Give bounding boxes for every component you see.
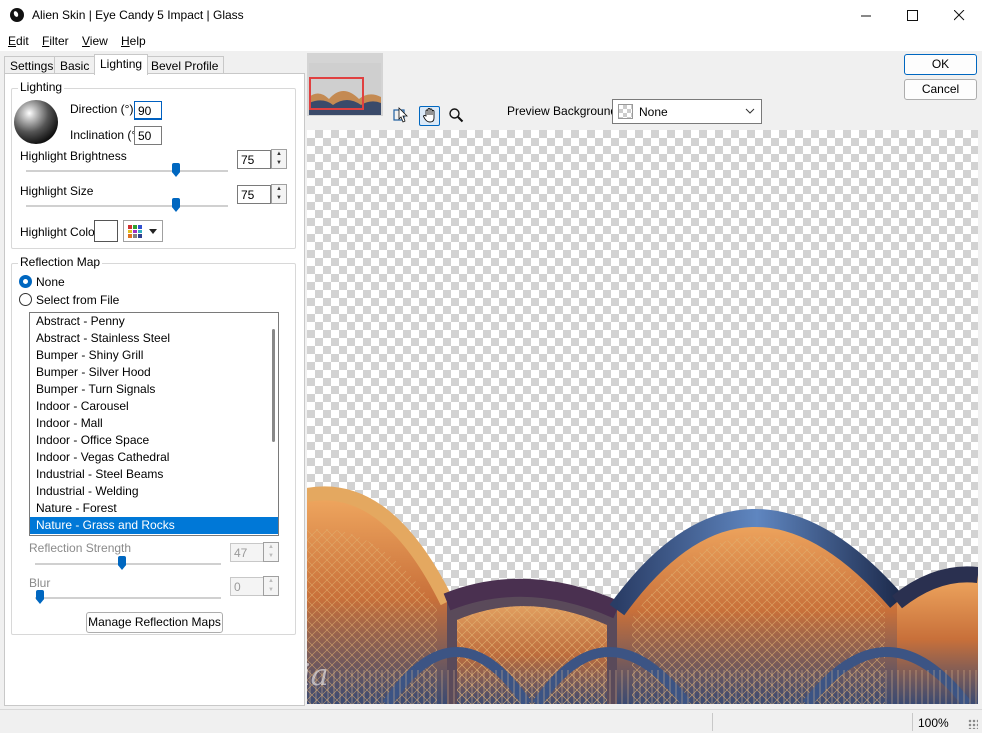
- thumbnail-image: [309, 63, 381, 115]
- reflection-strength-input[interactable]: 47: [230, 543, 264, 562]
- preview-background-label: Preview Background:: [507, 104, 621, 118]
- cancel-button[interactable]: Cancel: [904, 79, 977, 100]
- reflection-map-item[interactable]: Industrial - Welding: [30, 483, 278, 500]
- reflection-map-item[interactable]: Abstract - Stainless Steel: [30, 330, 278, 347]
- zoom-level: 100%: [918, 716, 949, 730]
- reflection-map-item[interactable]: Nature - Grass and Rocks: [30, 517, 278, 534]
- visible-area-frame[interactable]: [309, 77, 364, 110]
- reflection-map-item[interactable]: Indoor - Office Space: [30, 432, 278, 449]
- reflection-map-group-title: Reflection Map: [18, 255, 103, 269]
- close-window-button[interactable]: [936, 0, 982, 31]
- hand-tool-button[interactable]: [419, 106, 440, 126]
- reflection-map-list[interactable]: Abstract - Penny Abstract - Stainless Ste…: [29, 312, 279, 536]
- hand-icon: [422, 108, 434, 123]
- color-palette-icon: [128, 225, 142, 238]
- chevron-down-icon: [149, 229, 157, 234]
- highlight-size-track: [26, 205, 228, 207]
- blur-track: [35, 597, 221, 599]
- reflection-map-item[interactable]: Bumper - Shiny Grill: [30, 347, 278, 364]
- blur-spinner[interactable]: ▲ ▼: [263, 576, 279, 596]
- reflection-file-label: Select from File: [36, 293, 120, 307]
- lighting-group-title: Lighting: [18, 80, 65, 94]
- reflection-map-item[interactable]: Indoor - Vegas Cathedral: [30, 449, 278, 466]
- status-divider: [712, 713, 713, 731]
- zoom-icon: [448, 108, 463, 123]
- highlight-size-label: Highlight Size: [20, 184, 94, 198]
- chevron-down-icon: [745, 108, 755, 114]
- blur-label: Blur: [29, 576, 51, 590]
- direction-input[interactable]: 90: [134, 101, 162, 120]
- close-icon: [953, 10, 964, 21]
- minimize-button[interactable]: [843, 0, 889, 31]
- highlight-brightness-slider[interactable]: [172, 163, 180, 177]
- reflection-map-item[interactable]: Bumper - Silver Hood: [30, 364, 278, 381]
- glass-effect-preview-image: Sylvia: [307, 486, 978, 704]
- highlight-brightness-input[interactable]: 75: [237, 150, 271, 169]
- direction-label: Direction (°): [70, 102, 134, 116]
- reflection-none-label: None: [36, 275, 65, 289]
- zoom-tool-button[interactable]: [445, 106, 466, 126]
- menu-edit[interactable]: Edit: [8, 34, 29, 48]
- manage-reflection-maps-button[interactable]: Manage Reflection Maps: [86, 612, 223, 633]
- tab-lighting[interactable]: Lighting: [94, 54, 149, 75]
- reflection-map-item[interactable]: Bumper - Turn Signals: [30, 381, 278, 398]
- menu-help[interactable]: Help: [121, 34, 146, 48]
- lighting-group: Lighting Direction (°) 90 Inclination (°…: [11, 80, 296, 249]
- reflection-strength-track: [35, 563, 221, 565]
- tab-settings[interactable]: Settings: [4, 56, 60, 74]
- tab-bevel-profile[interactable]: Bevel Profile: [145, 56, 225, 74]
- highlight-color-swatch[interactable]: [94, 220, 118, 242]
- status-divider: [912, 713, 913, 731]
- navigate-tool-button[interactable]: [390, 106, 411, 126]
- list-scrollbar[interactable]: [272, 329, 275, 442]
- svg-text:Sylvia: Sylvia: [307, 658, 329, 693]
- tab-basic[interactable]: Basic: [54, 56, 96, 74]
- reflection-map-item[interactable]: Industrial - Steel Beams: [30, 466, 278, 483]
- reflection-map-item[interactable]: Abstract - Penny: [30, 313, 278, 330]
- menu-filter[interactable]: Filter: [42, 34, 69, 48]
- inclination-label: Inclination (°): [70, 128, 141, 142]
- minimize-icon: [860, 15, 871, 17]
- reflection-none-radio[interactable]: [19, 275, 32, 288]
- highlight-color-label: Highlight Color: [20, 225, 99, 239]
- navigate-icon: [392, 107, 408, 123]
- preview-background-select[interactable]: None: [612, 99, 762, 124]
- highlight-brightness-track: [26, 170, 228, 172]
- transparent-swatch-icon: [618, 104, 633, 119]
- highlight-color-picker[interactable]: [123, 220, 163, 242]
- blur-input[interactable]: 0: [230, 577, 264, 596]
- highlight-size-slider[interactable]: [172, 198, 180, 212]
- reflection-map-item[interactable]: Indoor - Carousel: [30, 398, 278, 415]
- highlight-brightness-spinner[interactable]: ▲ ▼: [271, 149, 287, 169]
- highlight-brightness-label: Highlight Brightness: [20, 149, 127, 163]
- menu-view[interactable]: View: [82, 34, 108, 48]
- light-direction-sphere[interactable]: [14, 100, 58, 144]
- status-bar: 100%: [0, 709, 982, 733]
- highlight-size-input[interactable]: 75: [237, 185, 271, 204]
- reflection-map-item[interactable]: Nature - Forest: [30, 500, 278, 517]
- reflection-file-radio[interactable]: [19, 293, 32, 306]
- alien-skin-app-icon: [10, 8, 24, 22]
- maximize-button[interactable]: [889, 0, 935, 31]
- menu-bar: Edit Filter View Help: [0, 31, 982, 51]
- maximize-icon: [906, 10, 918, 21]
- preview-canvas[interactable]: Sylvia: [307, 130, 978, 704]
- navigator-thumbnail[interactable]: [307, 53, 383, 116]
- highlight-size-spinner[interactable]: ▲ ▼: [271, 184, 287, 204]
- resize-grip-icon[interactable]: [968, 719, 978, 729]
- lighting-panel: Lighting Direction (°) 90 Inclination (°…: [4, 73, 305, 706]
- preview-background-value: None: [639, 105, 668, 119]
- reflection-strength-label: Reflection Strength: [29, 541, 132, 555]
- inclination-input[interactable]: 50: [134, 126, 162, 145]
- title-bar: Alien Skin | Eye Candy 5 Impact | Glass: [0, 0, 982, 31]
- reflection-strength-spinner[interactable]: ▲ ▼: [263, 542, 279, 562]
- ok-button[interactable]: OK: [904, 54, 977, 75]
- reflection-map-item[interactable]: Indoor - Mall: [30, 415, 278, 432]
- window-title: Alien Skin | Eye Candy 5 Impact | Glass: [32, 8, 244, 22]
